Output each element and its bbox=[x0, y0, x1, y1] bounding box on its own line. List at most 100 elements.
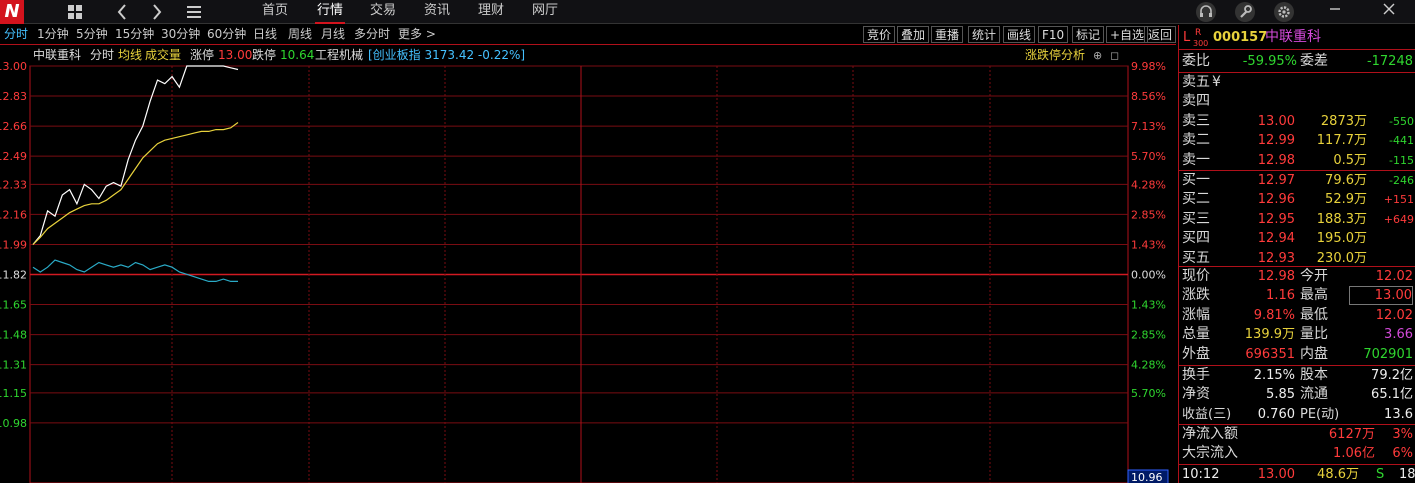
menu-item[interactable]: 理财 bbox=[476, 0, 506, 24]
toolbar-button[interactable]: 重播 bbox=[931, 26, 964, 43]
stat-row: 涨跌 1.16 最高 13.00 bbox=[1179, 286, 1415, 306]
menu-item[interactable]: 行情 bbox=[315, 0, 346, 24]
ask-change: -115 bbox=[1389, 153, 1414, 167]
headset-icon[interactable] bbox=[1193, 0, 1219, 24]
flow-label: 大宗流入 bbox=[1182, 445, 1238, 461]
intraday-chart[interactable]: 13.00 12.83 12.66 12.49 12.33 12.16 11.99 11.82… bbox=[0, 46, 1178, 483]
period-tab[interactable]: 分时 bbox=[4, 25, 28, 44]
bid-price: 12.97 bbox=[1257, 173, 1295, 188]
toolbar-button[interactable]: 画线 bbox=[1003, 26, 1036, 43]
y-pct-tick: 9.98% bbox=[1131, 60, 1166, 73]
index-info[interactable]: [创业板指 3173.42 -0.22%] bbox=[368, 46, 525, 65]
toolbar-button[interactable]: 竞价 bbox=[863, 26, 896, 43]
y-price-tick: 11.65 bbox=[0, 299, 27, 312]
minimize-icon[interactable] bbox=[1322, 0, 1348, 24]
chart-info-line: 中联重科 分时 均线 成交量 涨停 13.00 跌停 10.64 工程机械 [创… bbox=[0, 46, 1128, 65]
sector-link[interactable]: 工程机械 bbox=[315, 46, 363, 65]
stat-label: 量比 bbox=[1300, 326, 1328, 343]
toolbar-button[interactable]: 叠加 bbox=[897, 26, 930, 43]
period-tab[interactable]: 月线 bbox=[321, 25, 345, 44]
toolbar-button[interactable]: 统计 bbox=[968, 26, 1001, 43]
tick-num: 18 bbox=[1399, 467, 1415, 482]
menu-item[interactable]: 交易 bbox=[368, 0, 398, 24]
y-price-tick: 11.48 bbox=[0, 329, 27, 342]
period-tab[interactable]: 周线 bbox=[288, 25, 312, 44]
wrench-icon[interactable] bbox=[1232, 0, 1258, 24]
y-pct-tick: 5.70% bbox=[1131, 387, 1166, 400]
menu-item[interactable]: 首页 bbox=[260, 0, 290, 24]
settings-icon[interactable]: ⊕ bbox=[1093, 46, 1102, 65]
y-price-tick: 10.98 bbox=[0, 417, 27, 430]
back-icon[interactable] bbox=[115, 0, 131, 24]
y-pct-tick: 2.85% bbox=[1131, 208, 1166, 221]
ask-price: 12.99 bbox=[1257, 133, 1295, 149]
period-tab[interactable]: 30分钟 bbox=[161, 25, 200, 44]
stat-value: 79.2亿 bbox=[1371, 368, 1413, 383]
weibi-row: 委比 -59.95% 委差 -17248 bbox=[1179, 52, 1415, 71]
mode-label[interactable]: 分时 bbox=[90, 46, 114, 65]
y-price-tick: 12.66 bbox=[0, 120, 27, 133]
stat-label: 总量 bbox=[1182, 326, 1210, 343]
flow-pct: 6% bbox=[1392, 446, 1413, 461]
stat-value: 12.02 bbox=[1375, 269, 1413, 284]
y-pct-tick: 4.28% bbox=[1131, 178, 1166, 191]
tick-price: 13.00 bbox=[1257, 467, 1295, 482]
bid-volume: 52.9万 bbox=[1325, 192, 1367, 208]
limit-analysis-link[interactable]: 涨跌停分析 bbox=[1025, 46, 1085, 65]
period-tab[interactable]: 5分钟 bbox=[76, 25, 108, 44]
ask-price: 12.98 bbox=[1257, 152, 1295, 168]
stat-value: 13.6 bbox=[1384, 406, 1413, 422]
stat-label: 今开 bbox=[1300, 268, 1328, 284]
period-tab[interactable]: 60分钟 bbox=[207, 25, 246, 44]
grid-icon[interactable] bbox=[66, 0, 86, 24]
y-pct-tick: 8.56% bbox=[1131, 90, 1166, 103]
period-tab[interactable]: 15分钟 bbox=[115, 25, 154, 44]
stat-label: 换手 bbox=[1182, 367, 1210, 383]
ask-volume: 2873万 bbox=[1320, 113, 1367, 129]
ask-row: 卖五 ¥ bbox=[1179, 73, 1415, 92]
period-tab[interactable]: 更多 > bbox=[398, 25, 436, 44]
bid-label: 买二 bbox=[1182, 191, 1210, 208]
stat-row: 现价 12.98 今开 12.02 bbox=[1179, 267, 1415, 286]
y-price-tick: 12.49 bbox=[0, 150, 27, 163]
toolbar-button[interactable]: +自选 bbox=[1106, 26, 1149, 43]
menu-icon[interactable] bbox=[185, 0, 203, 24]
ask-change: -441 bbox=[1389, 134, 1414, 148]
stat-value: 2.15% bbox=[1253, 368, 1295, 383]
tick-row: 10:12 13.00 48.6万 S 18 bbox=[1179, 465, 1415, 483]
volume-label[interactable]: 成交量 bbox=[145, 46, 181, 65]
bid-label: 买一 bbox=[1182, 172, 1210, 188]
ask-label: 卖三 bbox=[1182, 112, 1210, 129]
divider bbox=[1179, 49, 1415, 50]
ask-label: 卖一 bbox=[1182, 151, 1210, 168]
toolbar-button[interactable]: F10 bbox=[1038, 26, 1069, 43]
forward-icon[interactable] bbox=[150, 0, 166, 24]
menu-item[interactable]: 网厅 bbox=[530, 0, 560, 24]
close-icon[interactable] bbox=[1376, 0, 1402, 24]
stat-label: 收益(三) bbox=[1182, 406, 1232, 422]
toolbar-button[interactable]: 标记 bbox=[1072, 26, 1105, 43]
avg-line-label[interactable]: 均线 bbox=[118, 46, 142, 65]
period-tab[interactable]: 多分时 bbox=[354, 25, 390, 44]
flow-label: 净流入额 bbox=[1182, 426, 1238, 442]
toolbar-button[interactable]: 返回 bbox=[1144, 26, 1176, 43]
stat-label: 最低 bbox=[1300, 306, 1328, 323]
bid-price: 12.94 bbox=[1257, 231, 1295, 247]
gear-icon[interactable] bbox=[1271, 0, 1297, 24]
stat-label: 流通 bbox=[1300, 386, 1328, 403]
bid-label: 买五 bbox=[1182, 249, 1210, 266]
bid-row: 买五 12.93 230.0万 bbox=[1179, 249, 1415, 268]
period-tab[interactable]: 1分钟 bbox=[37, 25, 69, 44]
stat-row: 总量 139.9万 量比 3.66 bbox=[1179, 325, 1415, 344]
stat-row: 外盘 696351 内盘 702901 bbox=[1179, 345, 1415, 364]
y-pct-tick: 0.00% bbox=[1131, 269, 1166, 282]
limit-up-label: 涨停 bbox=[190, 48, 215, 62]
period-bar: 分时 1分钟 5分钟 15分钟 30分钟 60分钟 日线 周线 月线 多分时 更多 > 竞价 叠加 重播统… bbox=[0, 25, 1176, 45]
window-icon[interactable]: ◻ bbox=[1110, 46, 1119, 65]
stat-value: 13.00 bbox=[1349, 286, 1413, 306]
menu-item[interactable]: 资讯 bbox=[422, 0, 452, 24]
ask-row: 卖二 12.99 117.7万 -441 bbox=[1179, 131, 1415, 150]
stat-row: 净资 5.85 流通 65.1亿 bbox=[1179, 385, 1415, 404]
ask-label: 卖二 bbox=[1182, 132, 1210, 149]
period-tab[interactable]: 日线 bbox=[253, 25, 277, 44]
